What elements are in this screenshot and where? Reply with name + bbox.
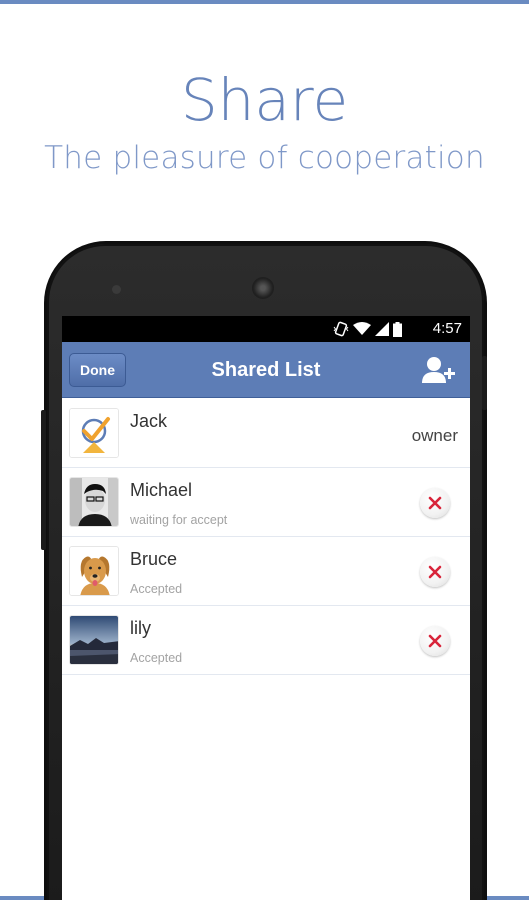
member-list: Jack owner Michael waiting for accept Br… [62, 399, 470, 675]
member-name: Michael [130, 480, 193, 500]
member-status: Accepted [130, 651, 183, 665]
battery-icon [393, 321, 402, 337]
avatar [69, 477, 119, 527]
close-icon [428, 634, 442, 648]
person-photo-icon [70, 478, 118, 526]
bottom-accent-stripe-left [0, 896, 50, 900]
avatar [69, 615, 119, 665]
avatar [69, 408, 119, 458]
add-user-icon[interactable] [422, 355, 456, 385]
status-time: 4:57 [432, 320, 462, 337]
close-icon [428, 565, 442, 579]
list-item[interactable]: Bruce Accepted [62, 537, 470, 606]
phone-screen: 4:57 Done Shared List Jack owner Michael… [62, 316, 470, 900]
avatar [69, 546, 119, 596]
promo-subtitle: The pleasure of cooperation [44, 140, 485, 176]
status-bar: 4:57 [62, 316, 470, 342]
phone-front-camera [112, 285, 121, 294]
vibrate-icon [333, 321, 349, 337]
phone-power-button [482, 356, 487, 410]
app-logo-icon [70, 409, 118, 457]
status-icons [333, 321, 402, 337]
phone-speaker [252, 277, 274, 299]
member-role: owner [411, 426, 458, 445]
member-status: waiting for accept [130, 513, 228, 527]
member-name: Bruce [130, 549, 178, 569]
done-button[interactable]: Done [69, 353, 126, 387]
list-item[interactable]: Jack owner [62, 399, 470, 468]
sunset-photo-icon [70, 616, 118, 664]
list-item[interactable]: Michael waiting for accept [62, 468, 470, 537]
signal-icon [375, 322, 389, 336]
member-name: Jack [130, 411, 168, 431]
list-item[interactable]: lily Accepted [62, 606, 470, 675]
dog-photo-icon [70, 547, 118, 595]
phone-volume-button [41, 410, 46, 550]
member-status: Accepted [130, 582, 183, 596]
member-name: lily [130, 618, 151, 638]
wifi-icon [353, 322, 371, 335]
remove-member-button[interactable] [420, 626, 450, 656]
remove-member-button[interactable] [420, 557, 450, 587]
promo-title: Share [180, 66, 349, 134]
nav-bar: Done Shared List [62, 342, 470, 398]
close-icon [428, 496, 442, 510]
remove-member-button[interactable] [420, 488, 450, 518]
top-accent-stripe [0, 0, 529, 4]
